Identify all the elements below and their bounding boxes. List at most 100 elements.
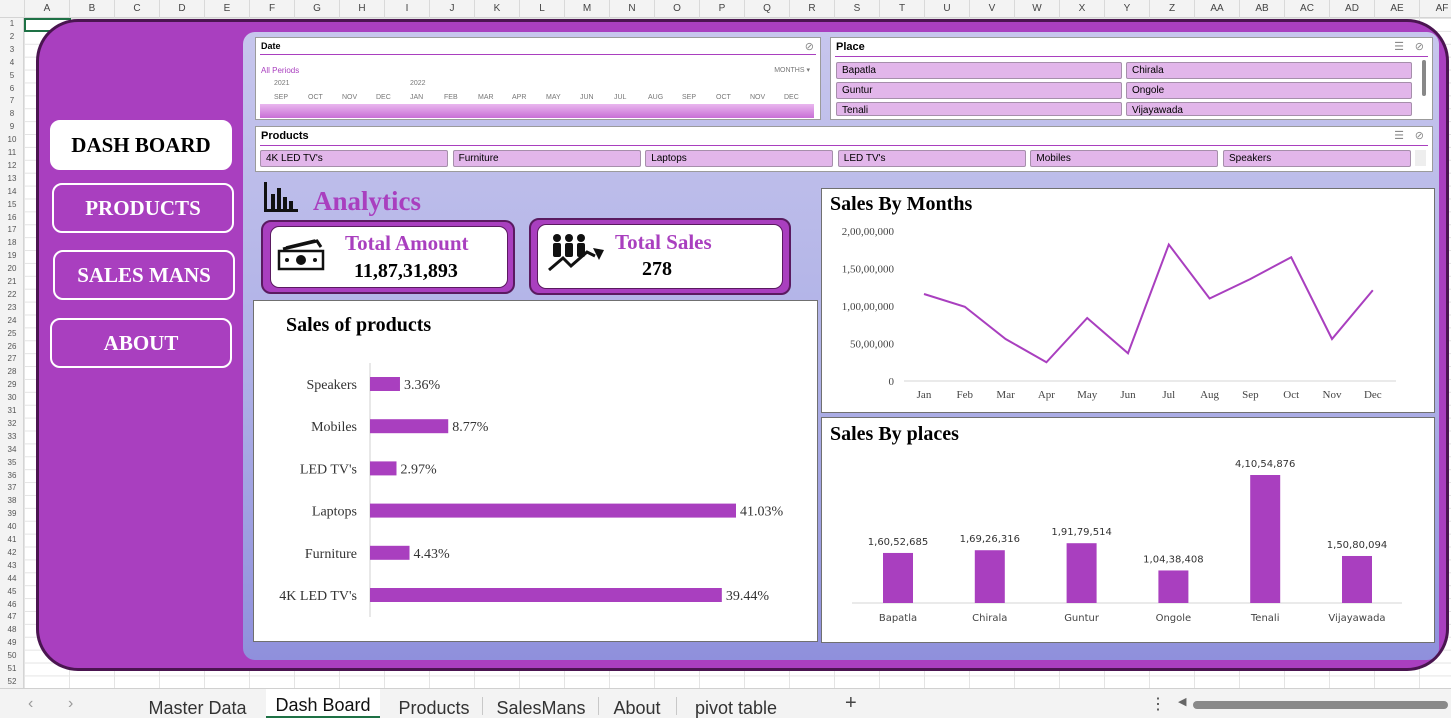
horizontal-scrollbar-thumb[interactable] xyxy=(1193,701,1448,709)
timeline-month[interactable]: APR xyxy=(512,94,526,101)
row-header[interactable]: 22 xyxy=(0,290,24,299)
nav-about-button[interactable]: ABOUT xyxy=(50,318,232,368)
place-chip[interactable]: Guntur xyxy=(836,82,1122,99)
column-header[interactable]: Z xyxy=(1149,0,1194,18)
column-header[interactable]: G xyxy=(294,0,339,18)
column-header[interactable]: P xyxy=(699,0,744,18)
row-header[interactable]: 46 xyxy=(0,600,24,609)
tab-dash-board[interactable]: Dash Board xyxy=(266,689,380,718)
row-header[interactable]: 43 xyxy=(0,561,24,570)
column-header[interactable]: R xyxy=(789,0,834,18)
column-header[interactable]: O xyxy=(654,0,699,18)
row-header[interactable]: 5 xyxy=(0,71,24,80)
row-header[interactable]: 49 xyxy=(0,638,24,647)
row-header[interactable]: 19 xyxy=(0,251,24,260)
column-header[interactable]: AB xyxy=(1239,0,1284,18)
row-header[interactable]: 3 xyxy=(0,45,24,54)
place-slicer-scrollbar[interactable] xyxy=(1422,60,1426,96)
place-chip[interactable]: Chirala xyxy=(1126,62,1412,79)
row-header[interactable]: 15 xyxy=(0,200,24,209)
column-header[interactable]: T xyxy=(879,0,924,18)
row-header[interactable]: 18 xyxy=(0,238,24,247)
row-header[interactable]: 52 xyxy=(0,677,24,686)
row-header[interactable]: 26 xyxy=(0,342,24,351)
row-header[interactable]: 27 xyxy=(0,354,24,363)
hscroll-left-icon[interactable]: ◀ xyxy=(1178,695,1186,708)
timeline-month[interactable]: SEP xyxy=(682,94,696,101)
timeline-month[interactable]: OCT xyxy=(308,94,323,101)
timeline-level-dropdown[interactable]: MONTHS ▾ xyxy=(774,66,810,74)
column-header[interactable]: V xyxy=(969,0,1014,18)
timeline-month[interactable]: DEC xyxy=(376,94,391,101)
row-header[interactable]: 16 xyxy=(0,213,24,222)
column-header[interactable]: C xyxy=(114,0,159,18)
row-header[interactable]: 14 xyxy=(0,187,24,196)
scroll-tabs-right-icon[interactable]: › xyxy=(68,695,73,713)
column-header[interactable]: Q xyxy=(744,0,789,18)
product-chip[interactable]: Laptops xyxy=(645,150,834,167)
timeline-month[interactable]: JAN xyxy=(410,94,423,101)
column-header[interactable]: S xyxy=(834,0,879,18)
timeline-selection-bar[interactable] xyxy=(260,104,814,118)
tab-salesmans[interactable]: SalesMans xyxy=(490,689,592,718)
column-header[interactable]: A xyxy=(24,0,69,18)
timeline-month[interactable]: JUL xyxy=(614,94,626,101)
row-header[interactable]: 51 xyxy=(0,664,24,673)
row-header[interactable]: 37 xyxy=(0,483,24,492)
product-chip[interactable]: LED TV's xyxy=(837,150,1026,167)
row-header[interactable]: 38 xyxy=(0,496,24,505)
timeline-month[interactable]: FEB xyxy=(444,94,458,101)
column-header[interactable]: W xyxy=(1014,0,1059,18)
timeline-month[interactable]: NOV xyxy=(342,94,357,101)
row-header[interactable]: 21 xyxy=(0,277,24,286)
timeline-month[interactable]: OCT xyxy=(716,94,731,101)
column-header[interactable]: K xyxy=(474,0,519,18)
timeline-month[interactable]: AUG xyxy=(648,94,663,101)
column-header[interactable]: AE xyxy=(1374,0,1419,18)
product-chip[interactable]: Speakers xyxy=(1223,150,1411,167)
timeline-month[interactable]: MAY xyxy=(546,94,561,101)
column-header[interactable]: L xyxy=(519,0,564,18)
clear-filter-icon[interactable]: ⊘ xyxy=(1415,129,1424,142)
column-header[interactable]: Y xyxy=(1104,0,1149,18)
row-header[interactable]: 20 xyxy=(0,264,24,273)
row-header[interactable]: 1 xyxy=(0,19,24,28)
multi-select-icon[interactable]: ☰ xyxy=(1394,40,1404,53)
row-header[interactable]: 9 xyxy=(0,122,24,131)
tab-master-data[interactable]: Master Data xyxy=(140,689,255,718)
row-header[interactable]: 40 xyxy=(0,522,24,531)
row-header[interactable]: 45 xyxy=(0,587,24,596)
multi-select-icon[interactable]: ☰ xyxy=(1394,129,1404,142)
row-header[interactable]: 30 xyxy=(0,393,24,402)
column-header[interactable]: E xyxy=(204,0,249,18)
column-header[interactable]: AC xyxy=(1284,0,1329,18)
row-header[interactable]: 12 xyxy=(0,161,24,170)
timeline-month[interactable]: SEP xyxy=(274,94,288,101)
column-header[interactable]: U xyxy=(924,0,969,18)
timeline-month[interactable]: DEC xyxy=(784,94,799,101)
row-header[interactable]: 23 xyxy=(0,303,24,312)
column-header[interactable]: M xyxy=(564,0,609,18)
row-header[interactable]: 44 xyxy=(0,574,24,583)
row-header[interactable]: 39 xyxy=(0,509,24,518)
nav-sales-mans-button[interactable]: SALES MANS xyxy=(53,250,235,300)
row-header[interactable]: 24 xyxy=(0,316,24,325)
clear-filter-icon[interactable]: ⊘ xyxy=(805,40,814,53)
row-header[interactable]: 29 xyxy=(0,380,24,389)
row-header[interactable]: 34 xyxy=(0,445,24,454)
nav-dash-board-button[interactable]: DASH BOARD xyxy=(50,120,232,170)
place-chip[interactable]: Vijayawada xyxy=(1126,102,1412,116)
product-chip[interactable]: Mobiles xyxy=(1030,150,1219,167)
column-header[interactable]: AF xyxy=(1419,0,1451,18)
tab-products[interactable]: Products xyxy=(388,689,480,718)
tab-pivot-table[interactable]: pivot table xyxy=(684,689,788,718)
more-options-icon[interactable]: ⋮ xyxy=(1150,694,1166,714)
products-slicer-scroll[interactable] xyxy=(1415,150,1426,166)
row-header[interactable]: 2 xyxy=(0,32,24,41)
row-header[interactable]: 13 xyxy=(0,174,24,183)
place-chip[interactable]: Tenali xyxy=(836,102,1122,116)
date-timeline-slicer[interactable]: Date ⊘ All Periods MONTHS ▾ 2021 2022 SE… xyxy=(255,37,821,120)
column-header[interactable]: F xyxy=(249,0,294,18)
column-header[interactable]: H xyxy=(339,0,384,18)
column-header[interactable]: X xyxy=(1059,0,1104,18)
